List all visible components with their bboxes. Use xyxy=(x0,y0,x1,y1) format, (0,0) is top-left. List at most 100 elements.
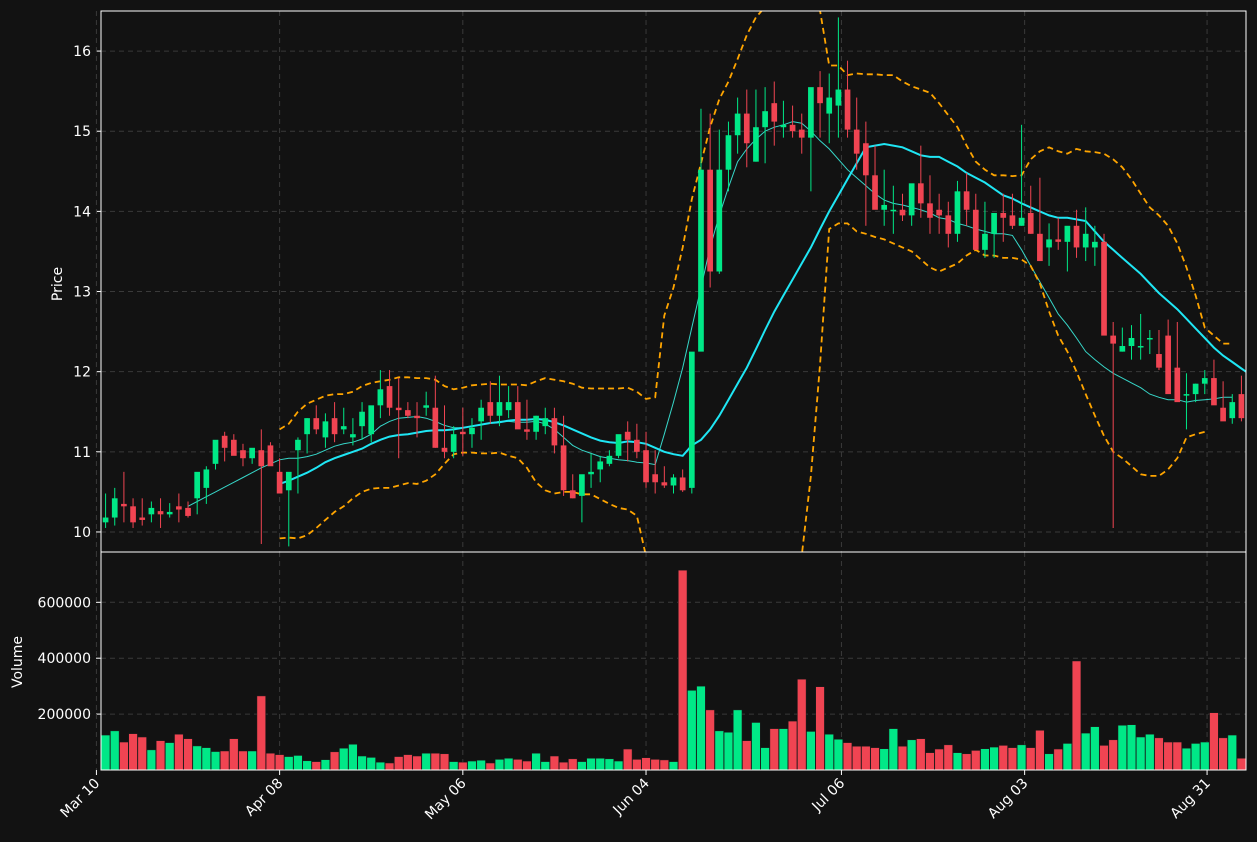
volume-tick-label: 600000 xyxy=(38,595,91,611)
candle-body xyxy=(844,89,851,130)
candle-body xyxy=(111,498,118,518)
candle-body xyxy=(285,471,292,491)
volume-bar xyxy=(494,759,505,770)
price-tick-label: 15 xyxy=(73,124,91,140)
candle-body xyxy=(798,129,805,138)
candle-body xyxy=(808,87,814,138)
volume-bar xyxy=(1136,736,1146,770)
volume-bar xyxy=(769,728,779,770)
volume-bar xyxy=(238,750,248,770)
volume-bar xyxy=(1062,743,1072,770)
volume-bar xyxy=(256,695,266,770)
candle-body xyxy=(1046,239,1052,248)
candle-body xyxy=(524,429,530,432)
candle-body xyxy=(643,450,649,483)
candle-body xyxy=(1055,239,1062,242)
candle-body xyxy=(1229,402,1236,419)
candle-body xyxy=(734,113,741,136)
volume-bar xyxy=(421,752,431,770)
candle-body xyxy=(258,450,265,467)
candle-body xyxy=(1174,367,1181,403)
candle-body xyxy=(780,124,787,128)
volume-bar xyxy=(165,742,175,770)
candle-body xyxy=(386,386,393,408)
volume-bar xyxy=(586,758,596,770)
volume-bar xyxy=(1071,660,1082,770)
volume-bar xyxy=(925,752,935,770)
volume-bar xyxy=(284,756,294,770)
volume-bar xyxy=(962,753,972,770)
candle-body xyxy=(1183,394,1190,396)
volume-bar xyxy=(1035,730,1045,770)
volume-bar xyxy=(595,758,605,770)
candle-body xyxy=(304,418,310,435)
volume-bar xyxy=(275,754,285,770)
volume-bar xyxy=(339,747,349,770)
candle-body xyxy=(203,469,210,488)
volume-bar xyxy=(934,748,944,770)
volume-bar xyxy=(366,757,376,770)
price-tick-label: 16 xyxy=(73,44,91,60)
candle-body xyxy=(936,209,942,216)
candle-body xyxy=(624,431,631,440)
volume-bar xyxy=(1163,741,1173,770)
candle-body xyxy=(1018,217,1025,226)
candle-body xyxy=(478,407,484,422)
candle-body xyxy=(743,113,750,144)
volume-bar xyxy=(1108,739,1118,770)
volume-bar xyxy=(357,755,367,770)
volume-bar xyxy=(641,757,651,770)
volume-bar xyxy=(980,748,990,770)
volume-bar xyxy=(384,762,395,770)
candle-body xyxy=(551,418,558,446)
volume-bar xyxy=(375,761,385,770)
candle-body xyxy=(276,471,283,494)
volume-bar xyxy=(1081,732,1091,770)
volume-bar xyxy=(192,745,202,770)
candle-body xyxy=(450,434,457,452)
volume-bar xyxy=(1044,753,1054,770)
candle-body xyxy=(295,439,301,451)
volume-bar xyxy=(265,752,276,770)
candle-body xyxy=(945,215,952,234)
volume-bar xyxy=(687,690,697,770)
candle-body xyxy=(505,402,512,411)
candle-body xyxy=(1009,215,1016,226)
volume-bar xyxy=(155,740,166,770)
candle-body xyxy=(771,103,778,122)
candle-body xyxy=(331,418,338,435)
volume-bar xyxy=(879,748,889,770)
volume-bar xyxy=(833,739,843,770)
volume-bar xyxy=(320,759,331,770)
candle-body xyxy=(826,97,833,114)
volume-bar xyxy=(430,752,440,770)
candle-body xyxy=(872,175,878,210)
candle-body xyxy=(1064,225,1071,242)
volume-bar xyxy=(778,728,789,770)
candle-body xyxy=(230,439,237,456)
candle-body xyxy=(533,415,539,432)
candle-body xyxy=(496,402,503,416)
candle-body xyxy=(817,87,823,104)
volume-bar xyxy=(531,752,541,770)
candle-body xyxy=(1201,378,1208,384)
volume-bar xyxy=(916,738,926,770)
volume-bar xyxy=(458,761,468,770)
candle-body xyxy=(615,434,622,456)
volume-bar xyxy=(888,728,898,770)
candle-body xyxy=(707,169,713,272)
volume-bar xyxy=(1099,745,1109,770)
volume-bar xyxy=(1053,748,1063,770)
volume-bar xyxy=(861,745,871,770)
volume-bar xyxy=(604,758,614,770)
candle-body xyxy=(194,471,201,499)
volume-bar xyxy=(449,761,459,770)
volume-bar xyxy=(842,742,853,770)
candle-body xyxy=(890,209,897,212)
volume-bar xyxy=(558,761,569,770)
candle-body xyxy=(963,191,970,210)
volume-tick-label: 200000 xyxy=(38,707,91,723)
price-tick-label: 13 xyxy=(73,285,91,301)
candle-body xyxy=(1101,241,1107,336)
candle-body xyxy=(157,511,164,515)
